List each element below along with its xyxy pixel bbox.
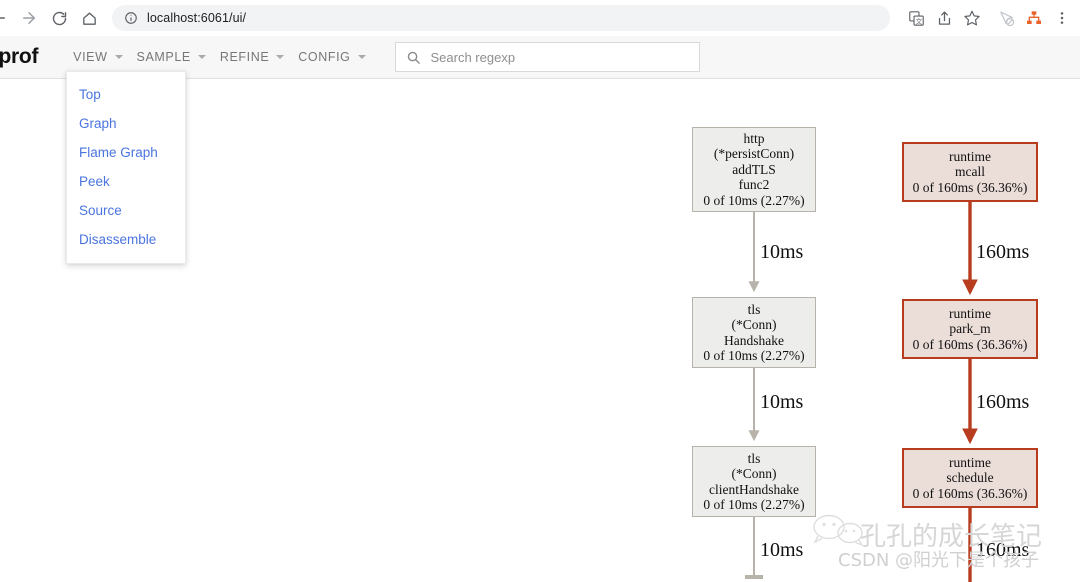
address-bar-url: localhost:6061/ui/: [147, 11, 247, 25]
menu-refine[interactable]: REFINE: [213, 44, 291, 70]
view-menu-item-flame-graph[interactable]: Flame Graph: [67, 138, 185, 167]
node-metric: 0 of 10ms (2.27%): [703, 192, 805, 208]
browser-toolbar: localhost:6061/ui/ 文: [0, 0, 1080, 37]
graph-node-tls-clienthandshake[interactable]: tls (*Conn) clientHandshake 0 of 10ms (2…: [692, 446, 816, 517]
graph-node-runtime-schedule[interactable]: runtime schedule 0 of 160ms (36.36%): [902, 448, 1038, 508]
node-line: mcall: [955, 164, 985, 180]
chevron-down-icon: [357, 55, 366, 59]
node-line: clientHandshake: [709, 481, 799, 497]
node-line: runtime: [949, 148, 991, 164]
graph-node-runtime-park-m[interactable]: runtime park_m 0 of 160ms (36.36%): [902, 299, 1038, 359]
graph-node-tls-handshake[interactable]: tls (*Conn) Handshake 0 of 10ms (2.27%): [692, 297, 816, 368]
graph-node-runtime-mcall[interactable]: runtime mcall 0 of 160ms (36.36%): [902, 142, 1038, 202]
page-root: localhost:6061/ui/ 文 prof VIEW SAMPLE RE…: [0, 0, 1080, 582]
back-button[interactable]: [0, 3, 14, 33]
search-input[interactable]: [428, 48, 689, 66]
share-icon[interactable]: [930, 3, 958, 33]
home-button[interactable]: [74, 3, 104, 33]
view-menu-item-top[interactable]: Top: [67, 80, 185, 109]
menu-sample[interactable]: SAMPLE: [130, 44, 213, 70]
translate-icon[interactable]: 文: [902, 3, 930, 33]
node-line: (*Conn): [731, 466, 777, 481]
site-info-icon[interactable]: [124, 11, 138, 25]
node-metric: 0 of 160ms (36.36%): [912, 485, 1028, 501]
node-line: tls: [747, 450, 761, 466]
node-line: schedule: [946, 470, 994, 486]
edge-label: 160ms: [976, 241, 1030, 263]
node-line: addTLS: [732, 161, 776, 177]
node-line: tls: [747, 301, 761, 317]
menu-refine-label: REFINE: [219, 50, 270, 64]
view-menu-item-source[interactable]: Source: [67, 196, 185, 225]
view-menu-item-peek[interactable]: Peek: [67, 167, 185, 196]
address-bar[interactable]: localhost:6061/ui/: [112, 5, 890, 31]
graph-node-http-addtls-func2[interactable]: http (*persistConn) addTLS func2 0 of 10…: [692, 127, 816, 212]
node-metric: 0 of 160ms (36.36%): [912, 179, 1028, 195]
reload-icon: [52, 11, 66, 25]
edge-arrow-flat: [745, 575, 763, 579]
forward-button[interactable]: [14, 3, 44, 33]
node-line: Handshake: [724, 332, 784, 348]
node-line: (*Conn): [731, 317, 777, 332]
chevron-down-icon: [197, 55, 206, 59]
search-icon: [406, 50, 421, 65]
menu-sample-label: SAMPLE: [136, 50, 191, 64]
edge-label: 10ms: [760, 391, 804, 413]
menu-view[interactable]: VIEW: [66, 44, 129, 70]
node-line: park_m: [949, 321, 991, 337]
search-box[interactable]: [394, 42, 700, 72]
chevron-down-icon: [276, 55, 285, 59]
view-menu-item-disassemble[interactable]: Disassemble: [67, 225, 185, 254]
menu-config[interactable]: CONFIG: [291, 44, 372, 70]
arrow-right-icon: [23, 12, 35, 24]
node-metric: 0 of 160ms (36.36%): [912, 336, 1028, 352]
edge-label: 160ms: [976, 391, 1030, 413]
arrow-left-icon: [0, 17, 5, 19]
node-line: http: [743, 130, 765, 146]
edge-label: 10ms: [760, 241, 804, 263]
chevron-down-icon: [114, 55, 123, 59]
view-menu-item-graph[interactable]: Graph: [67, 109, 185, 138]
view-dropdown-menu: Top Graph Flame Graph Peek Source Disass…: [66, 71, 186, 264]
cursor-disabled-icon[interactable]: [992, 3, 1020, 33]
pprof-menu-row: VIEW SAMPLE REFINE CONFIG: [66, 44, 372, 70]
edge-label: 10ms: [760, 539, 804, 561]
menu-view-label: VIEW: [73, 50, 108, 64]
bookmark-star-icon[interactable]: [958, 3, 986, 33]
reload-button[interactable]: [44, 3, 74, 33]
sitemap-extension-icon[interactable]: [1020, 3, 1048, 33]
home-icon: [82, 12, 96, 25]
browser-actions: 文: [902, 3, 1080, 33]
node-metric: 0 of 10ms (2.27%): [703, 348, 805, 363]
node-line: (*persistConn): [713, 146, 795, 162]
edge-label: 160ms: [976, 539, 1030, 561]
pprof-logo: pprof: [0, 45, 39, 68]
node-line: runtime: [949, 305, 991, 321]
svg-text:文: 文: [915, 16, 922, 25]
more-menu-icon[interactable]: [1048, 3, 1076, 33]
node-metric: 0 of 10ms (2.27%): [703, 497, 805, 512]
node-line: func2: [738, 177, 770, 193]
node-line: runtime: [949, 454, 991, 470]
menu-config-label: CONFIG: [298, 50, 351, 64]
